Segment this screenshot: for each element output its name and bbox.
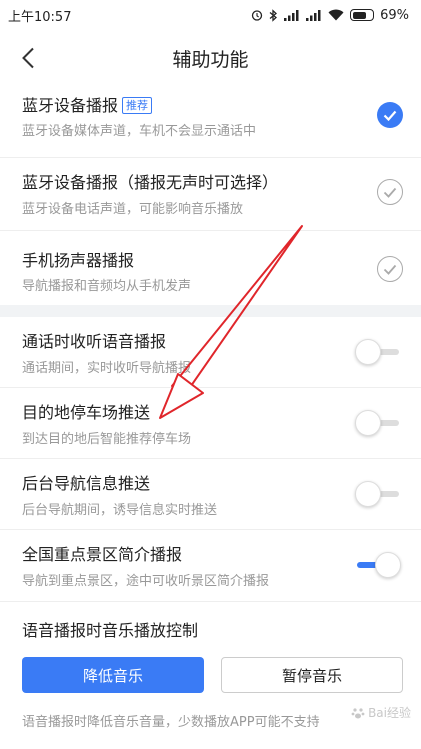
option-title: 手机扬声器播报 (22, 251, 135, 270)
music-control-note: 语音播报时降低音乐音量，少数播放APP可能不支持 (22, 715, 320, 730)
toggle-row-call-broadcast: 通话时收听语音播报 通话期间，实时收听导航播报 (0, 317, 421, 388)
option-title: 通话时收听语音播报 (22, 332, 167, 351)
option-subtitle: 到达目的地后智能推荐停车场 (22, 432, 192, 447)
recommend-tag: 推荐 (122, 97, 153, 114)
option-title: 全国重点景区简介播报 (22, 545, 183, 564)
section-divider (0, 305, 421, 317)
option-subtitle: 后台导航期间，诱导信息实时推送 (22, 503, 218, 518)
checkmark-icon (383, 110, 397, 121)
music-control-title: 语音播报时音乐播放控制 (22, 621, 199, 640)
option-phone-speaker[interactable]: 手机扬声器播报 导航播报和音频均从手机发声 (0, 231, 421, 305)
status-bar: 上午10:57 69% (0, 0, 421, 30)
alarm-icon (251, 10, 263, 21)
option-subtitle: 导航播报和音频均从手机发声 (22, 279, 192, 294)
battery-icon (350, 9, 375, 21)
checkmark-icon (383, 187, 397, 198)
toggle-switch-on[interactable] (355, 552, 401, 578)
option-subtitle: 蓝牙设备电话声道，可能影响音乐播放 (22, 202, 244, 217)
bluetooth-icon (269, 8, 278, 22)
watermark-text: Bai经验 (368, 706, 411, 720)
option-title: 蓝牙设备播报 (22, 96, 119, 115)
radio-check-selected[interactable] (377, 102, 403, 128)
option-subtitle: 蓝牙设备媒体声道，车机不会显示通话中 (22, 124, 257, 139)
page-header: 辅助功能 (0, 30, 421, 86)
paw-logo-icon (351, 707, 365, 718)
option-title: 后台导航信息推送 (22, 474, 151, 493)
toggle-row-parking-push: 目的地停车场推送 到达目的地后智能推荐停车场 (0, 388, 421, 459)
pause-music-button[interactable]: 暂停音乐 (221, 657, 403, 693)
checkmark-icon (383, 264, 397, 275)
signal-icon (284, 10, 299, 21)
signal-icon (306, 10, 321, 21)
watermark: Bai经验 (351, 704, 411, 721)
option-subtitle: 通话期间，实时收听导航播报 (22, 361, 192, 376)
toggle-row-scenic-intro: 全国重点景区简介播报 导航到重点景区，途中可收听景区简介播报 (0, 530, 421, 602)
option-subtitle: 导航到重点景区，途中可收听景区简介播报 (22, 574, 270, 589)
toggle-row-background-nav: 后台导航信息推送 后台导航期间，诱导信息实时推送 (0, 459, 421, 530)
radio-check[interactable] (377, 256, 403, 282)
option-title: 蓝牙设备播报（播报无声时可选择） (22, 173, 279, 192)
battery-level-fill (352, 11, 366, 19)
option-bluetooth-phone[interactable]: 蓝牙设备播报（播报无声时可选择） 蓝牙设备电话声道，可能影响音乐播放 (0, 158, 421, 231)
battery-percent: 69% (380, 7, 409, 23)
status-time: 上午10:57 (8, 9, 72, 25)
status-icons: 69% (251, 8, 409, 23)
toggle-switch[interactable] (355, 481, 401, 507)
lower-music-button[interactable]: 降低音乐 (22, 657, 204, 693)
chevron-left-icon (22, 47, 34, 69)
wifi-icon (328, 9, 344, 21)
page-title: 辅助功能 (172, 48, 249, 71)
radio-check[interactable] (377, 179, 403, 205)
toggle-switch[interactable] (355, 339, 401, 365)
option-title: 目的地停车场推送 (22, 403, 151, 422)
toggle-switch[interactable] (355, 410, 401, 436)
option-bluetooth-media[interactable]: 蓝牙设备播报 推荐 蓝牙设备媒体声道，车机不会显示通话中 (0, 86, 421, 158)
back-button[interactable] (8, 36, 48, 80)
